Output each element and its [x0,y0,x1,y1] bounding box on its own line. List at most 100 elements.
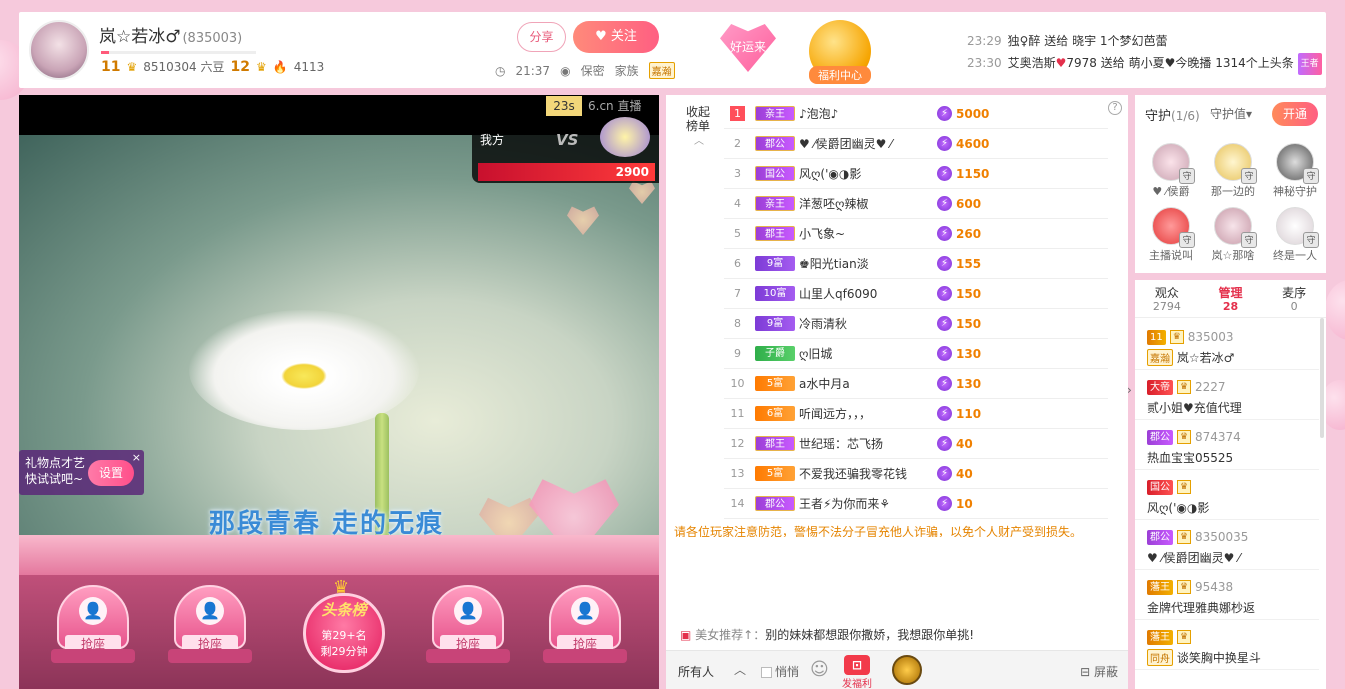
rank-row[interactable]: 1 亲王 ♪泡泡♪ ⚡ 5000 [724,99,1108,129]
rank-user-name[interactable]: 听闻远方，，， [799,405,937,422]
seat-2[interactable]: 👤 抢座 [164,585,256,667]
seat-4[interactable]: 👤 抢座 [539,585,631,667]
rank-row[interactable]: 13 5富 不爱我还骗我零花钱 ⚡ 40 [724,459,1108,489]
rank-row[interactable]: 14 郡公 王者⚡为你而来⚘ ⚡ 10 [724,489,1108,519]
user-id: 874374 [1195,430,1241,444]
guard-member-name: 神秘守护 [1273,185,1317,198]
rank-row[interactable]: 9 子爵 ღ旧城 ⚡ 130 [724,339,1108,369]
rank-user-name[interactable]: 风ღ('◉◑影 [799,165,937,182]
family-tag[interactable]: 嘉瀚 [648,62,675,79]
rank-user-name[interactable]: 世纪瑶：芯飞扬 [799,435,937,452]
location-icon: ◉ [560,63,571,78]
user-row[interactable]: 藩王 ♛ 同舟 谈笑胸中换星斗 [1135,620,1319,670]
rank-row[interactable]: 4 亲王 洋葱呸ღ辣椒 ⚡ 600 [724,189,1108,219]
rank-row[interactable]: 5 郡王 小飞象~ ⚡ 260 [724,219,1108,249]
rank-user-name[interactable]: 王者⚡为你而来⚘ [799,495,937,512]
background-heart [1325,280,1345,340]
user-row[interactable]: 郡公 ♛ 8350035 ♥ ⁄侯爵团幽灵♥ ⁄ [1135,520,1319,570]
user-level-icon: ♛ [1177,530,1191,544]
guard-value-sort[interactable]: 守护值▾ [1210,105,1252,122]
crown-icon: ♛ [256,59,267,74]
user-name: 热血宝宝05525 [1147,451,1234,465]
rank-user-name[interactable]: 山里人qf6090 [799,285,937,302]
pk-opponent-avatar[interactable] [600,117,650,157]
guard-member[interactable]: 守那一边的 [1203,143,1263,199]
crown-icon: ♛ [126,59,138,74]
guard-member[interactable]: 守神秘守护 [1265,143,1325,199]
rank-row[interactable]: 6 9富 ♚阳光tian淡 ⚡ 155 [724,249,1108,279]
share-button[interactable]: 分享 [517,22,566,52]
rank-row[interactable]: 7 10富 山里人qf6090 ⚡ 150 [724,279,1108,309]
tab-admins[interactable]: 管理 28 [1199,280,1263,317]
noble-title-tag: 9富 [755,316,795,331]
rank-row[interactable]: 3 国公 风ღ('◉◑影 ⚡ 1150 [724,159,1108,189]
video-player[interactable]: 那段青春 走的无痕 23s 6.cn 直播 我方 VS 2900 礼物点才艺 快… [19,95,659,689]
anchor-avatar[interactable] [29,20,89,80]
user-name: 贰小姐♥充值代理 [1147,401,1242,415]
user-row[interactable]: 郡公 ♛ 874374 热血宝宝05525 [1135,420,1319,470]
user-row[interactable]: 11 ♛ 835003 嘉瀚 岚☆若冰♂ [1135,320,1319,370]
pk-timer: 23s [546,96,582,116]
guard-member[interactable]: 守岚☆那啥 [1203,207,1263,263]
guard-member-name: 岚☆那啥 [1211,249,1255,262]
user-list-scrollbar[interactable] [1320,318,1324,438]
rank-user-name[interactable]: 不爱我还骗我零花钱 [799,465,937,482]
user-name: 金牌代理雅典娜杪返 [1147,601,1256,615]
whisper-checkbox[interactable]: 悄悄 [761,663,799,680]
help-icon[interactable]: ? [1108,101,1122,115]
headline-rank-badge[interactable]: ♛ 头条榜 第29+名 剩29分钟 [289,577,399,677]
rank-user-name[interactable]: 洋葱呸ღ辣椒 [799,195,937,212]
rank-user-name[interactable]: 小飞象~ [799,225,937,242]
user-tabs: 观众 2794 管理 28 麦序 0 [1135,280,1326,318]
rank-value: 150 [956,286,982,301]
lucky-wheel-icon[interactable] [892,655,922,685]
chevron-right-icon[interactable]: › [1127,383,1132,397]
user-row[interactable]: 大帝 ♛ 2227 贰小姐♥充值代理 [1135,370,1319,420]
person-icon: 👤 [454,597,482,625]
rank-list: 1 亲王 ♪泡泡♪ ⚡ 5000 2 郡公 ♥ ⁄侯爵团幽灵♥ ⁄ ⚡ 4600 3 国公 风ღ('◉◑… [724,99,1108,519]
guard-member[interactable]: 守主播说叫 [1141,207,1201,263]
follow-button[interactable]: ♥ 关注 [573,21,659,53]
rank-user-name[interactable]: ღ旧城 [799,345,937,362]
user-row[interactable]: 国公 ♛ 风ღ('◉◑影 [1135,470,1319,520]
seat-1[interactable]: 👤 抢座 [47,585,139,667]
block-screen-button[interactable]: ⊟ 屏蔽 [1080,663,1118,680]
user-id: 95438 [1195,580,1234,594]
lucky-button[interactable]: 好运来 [720,24,776,72]
rank-user-name[interactable]: 冷雨清秋 [799,315,937,332]
collapse-rank-toggle[interactable]: 收起榜单 ︿ [686,105,714,149]
chat-target-select[interactable]: 所有人 [678,663,714,680]
user-name: ♥ ⁄侯爵团幽灵♥ ⁄ [1147,551,1241,565]
guard-member[interactable]: 守 ♥ ⁄侯爵 [1141,143,1201,199]
close-icon[interactable]: × [132,450,141,466]
rank-user-name[interactable]: a水中月a [799,375,937,392]
send-welfare-button[interactable]: ⊡ 发福利 [842,655,872,689]
user-level-icon: ♛ [1177,430,1191,444]
chevron-up-icon[interactable]: ︿ [734,661,746,678]
rank-row[interactable]: 11 6富 听闻远方，，， ⚡ 110 [724,399,1108,429]
rank-row[interactable]: 2 郡公 ♥ ⁄侯爵团幽灵♥ ⁄ ⚡ 4600 [724,129,1108,159]
rank-row[interactable]: 8 9富 冷雨清秋 ⚡ 150 [724,309,1108,339]
tab-audience[interactable]: 观众 2794 [1135,280,1199,317]
rank-value: 130 [956,346,982,361]
coin-icon: ⚡ [937,316,952,331]
user-badge: 国公 [1147,479,1173,495]
gift-talent-settings-button[interactable]: 设置 [88,460,134,486]
seat-3[interactable]: 👤 抢座 [422,585,514,667]
gift-feed: 23:29 独♀醉 送给 晓宇 1个梦幻芭蕾 23:30 艾奥浩斯♥7978 送给 … [967,30,1322,75]
heart-icon: ♥ [595,29,607,44]
coin-icon: ⚡ [937,466,952,481]
rank-row[interactable]: 10 5富 a水中月a ⚡ 130 [724,369,1108,399]
welfare-center-button[interactable]: 福利中心 [809,20,871,84]
user-row[interactable]: 藩王 ♛ 95438 金牌代理雅典娜杪返 [1135,570,1319,620]
coin-icon: ⚡ [937,256,952,271]
anchor-name: 岚☆若冰♂ (835003) [99,27,243,47]
open-guard-button[interactable]: 开通 [1272,102,1318,126]
tab-mic-queue[interactable]: 麦序 0 [1262,280,1326,317]
emoji-icon[interactable]: ☺ [810,659,829,680]
rank-row[interactable]: 12 郡王 世纪瑶：芯飞扬 ⚡ 40 [724,429,1108,459]
rank-user-name[interactable]: ♥ ⁄侯爵团幽灵♥ ⁄ [799,135,937,152]
guard-member[interactable]: 守终是一人 [1265,207,1325,263]
rank-user-name[interactable]: ♚阳光tian淡 [799,255,937,272]
rank-user-name[interactable]: ♪泡泡♪ [799,105,937,122]
